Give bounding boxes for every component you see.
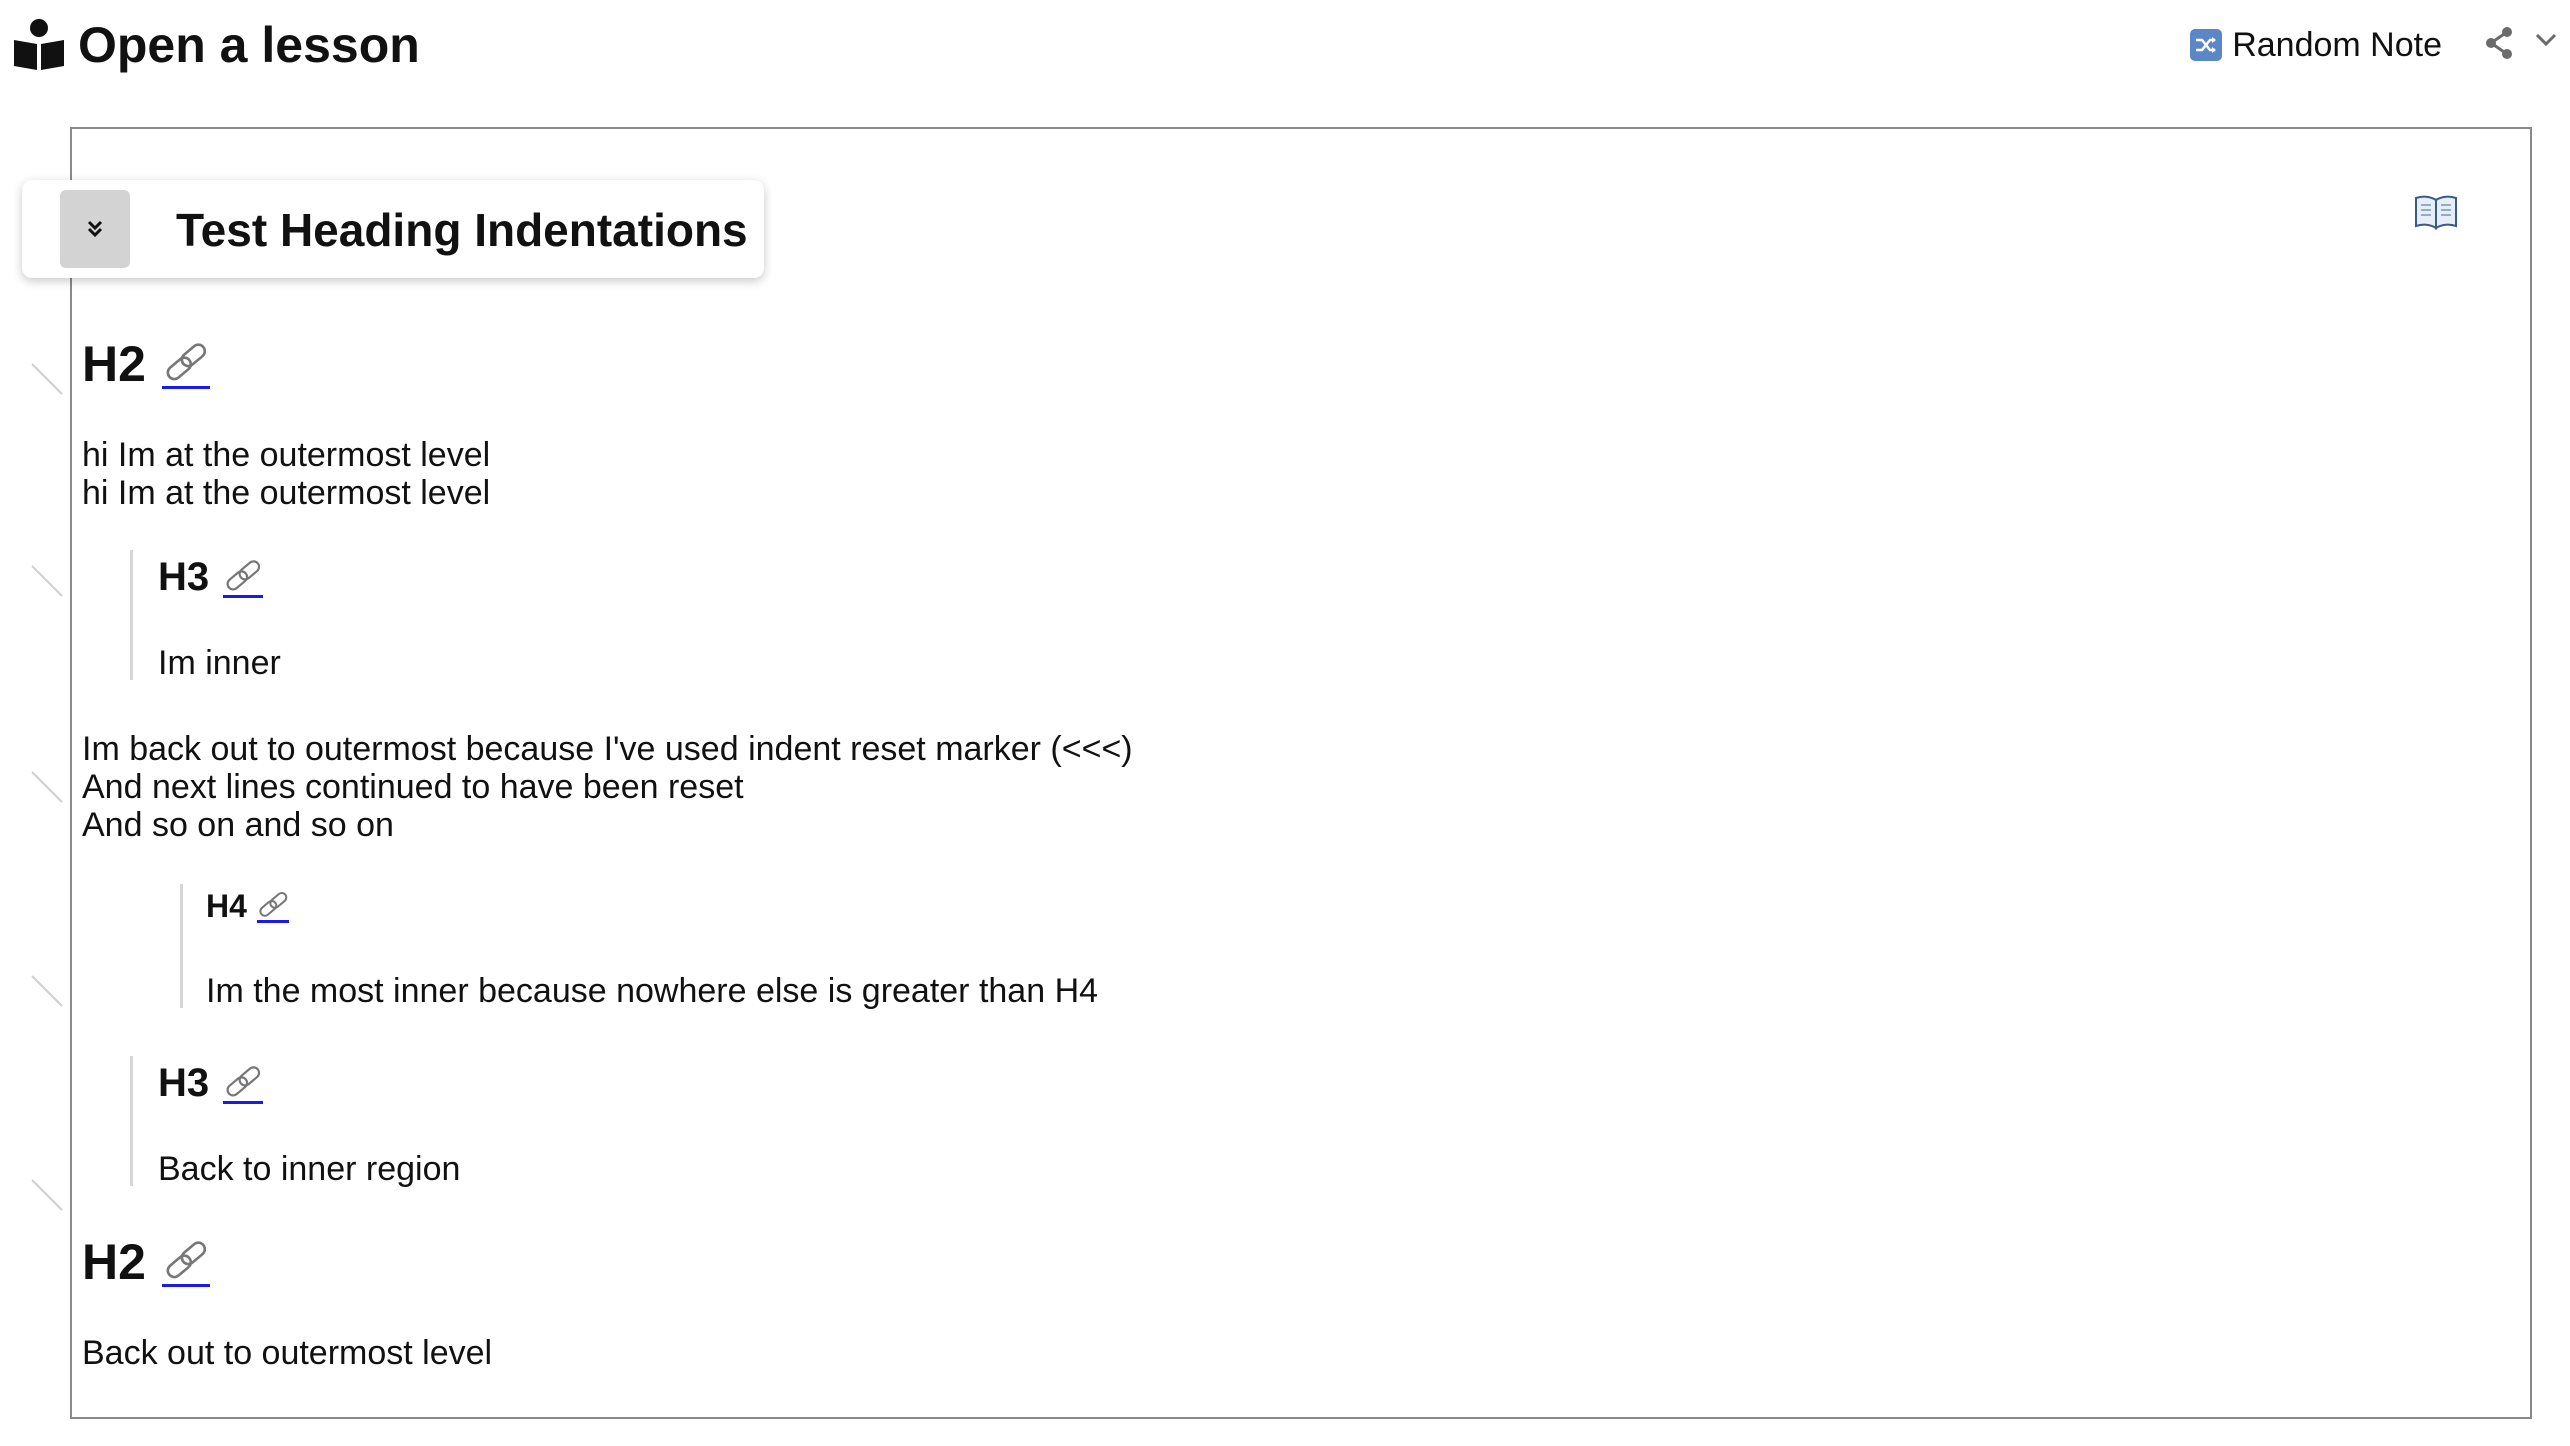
chevron-down-icon[interactable] xyxy=(2534,32,2558,48)
heading-text: H2 xyxy=(82,336,146,392)
paragraph-line: And next lines continued to have been re… xyxy=(82,768,744,806)
heading-anchor-link[interactable] xyxy=(256,890,289,923)
fold-marker-icon[interactable] xyxy=(30,564,64,598)
link-icon xyxy=(259,891,288,917)
link-icon xyxy=(226,1065,261,1097)
heading-anchor-link[interactable] xyxy=(161,340,210,389)
lesson-title-card: Test Heading Indentations xyxy=(22,180,764,278)
paragraph-line: hi Im at the outermost level xyxy=(82,436,491,474)
paragraph-line: Back out to outermost level xyxy=(82,1334,493,1372)
indent-bar xyxy=(130,550,133,680)
paragraph-line: Im the most inner because nowhere else i… xyxy=(206,972,1099,1010)
heading-h3: H3 xyxy=(158,1058,264,1108)
random-note-button[interactable]: Random Note xyxy=(2190,22,2442,68)
paragraph-line: Back to inner region xyxy=(158,1150,461,1188)
random-note-label: Random Note xyxy=(2232,26,2442,64)
heading-text: H3 xyxy=(158,555,210,599)
link-icon xyxy=(226,559,261,591)
book-reader-icon xyxy=(14,19,64,70)
open-book-icon[interactable] xyxy=(2414,194,2458,230)
heading-anchor-link[interactable] xyxy=(223,557,264,598)
share-icon[interactable] xyxy=(2484,26,2514,60)
indent-bar xyxy=(130,1056,133,1186)
collapse-all-button[interactable] xyxy=(60,190,130,268)
lesson-title: Test Heading Indentations xyxy=(176,204,748,256)
heading-anchor-link[interactable] xyxy=(161,1238,210,1287)
fold-marker-icon[interactable] xyxy=(30,974,64,1008)
fold-marker-icon[interactable] xyxy=(30,1178,64,1212)
indent-bar xyxy=(180,884,183,1008)
heading-h3: H3 xyxy=(158,552,264,602)
fold-marker-icon[interactable] xyxy=(30,770,64,804)
heading-text: H3 xyxy=(158,1061,210,1105)
app-header: Open a lesson Random Note xyxy=(0,0,2570,110)
paragraph-line: Im back out to outermost because I've us… xyxy=(82,730,1133,768)
paragraph-line: hi Im at the outermost level xyxy=(82,474,491,512)
link-icon xyxy=(166,1240,207,1278)
fold-marker-icon[interactable] xyxy=(30,362,64,396)
shuffle-icon xyxy=(2190,29,2223,61)
heading-h4: H4 xyxy=(206,886,289,926)
paragraph-line: And so on and so on xyxy=(82,806,394,844)
heading-text: H4 xyxy=(206,888,247,924)
heading-text: H2 xyxy=(82,1234,146,1290)
heading-h2: H2 xyxy=(82,1232,210,1292)
heading-h2: H2 xyxy=(82,334,210,394)
page-title: Open a lesson xyxy=(78,17,420,73)
double-chevron-down-icon xyxy=(87,220,103,238)
paragraph-line: Im inner xyxy=(158,644,281,682)
link-icon xyxy=(166,342,207,380)
heading-anchor-link[interactable] xyxy=(223,1063,264,1104)
